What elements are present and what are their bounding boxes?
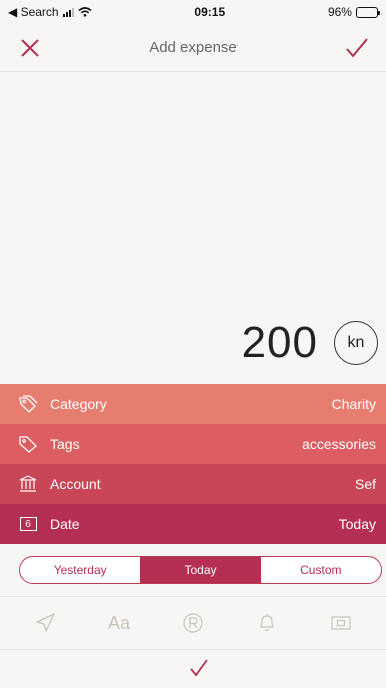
- account-value: Sef: [354, 476, 376, 492]
- bell-icon[interactable]: [247, 603, 287, 643]
- segment-today[interactable]: Today: [140, 557, 261, 583]
- date-value: Today: [338, 516, 376, 532]
- category-label: Category: [50, 396, 107, 412]
- checkmark-icon[interactable]: [344, 36, 370, 60]
- nav-bar: Add expense: [0, 24, 386, 72]
- battery-icon: [355, 6, 380, 18]
- status-bar: ◀ Search 09:15 96%: [0, 0, 386, 24]
- toolbar: Aa: [0, 596, 386, 650]
- battery-percent: 96%: [327, 5, 352, 19]
- tags-label: Tags: [50, 436, 80, 452]
- segment-custom[interactable]: Custom: [261, 557, 381, 583]
- currency-button[interactable]: kn: [334, 321, 378, 365]
- date-label: Date: [50, 516, 80, 532]
- signal-icon: [62, 7, 74, 17]
- tags-row[interactable]: Tags accessories: [0, 424, 386, 464]
- calendar-icon: 6: [18, 514, 38, 534]
- detail-rows: Category Charity Tags accessories Accoun…: [0, 384, 386, 544]
- bottom-checkmark-icon[interactable]: [189, 658, 209, 678]
- camera-icon[interactable]: [321, 603, 361, 643]
- date-row[interactable]: 6 Date Today: [0, 504, 386, 544]
- bank-icon: [18, 474, 38, 494]
- category-value: Charity: [331, 396, 376, 412]
- page-title: Add expense: [149, 39, 237, 56]
- note-text-icon[interactable]: Aa: [99, 603, 139, 643]
- category-row[interactable]: Category Charity: [0, 384, 386, 424]
- amount-value[interactable]: 200: [242, 318, 318, 368]
- account-row[interactable]: Account Sef: [0, 464, 386, 504]
- account-label: Account: [50, 476, 101, 492]
- tag-icon: [18, 434, 38, 454]
- status-right: 96%: [327, 5, 380, 19]
- amount-area[interactable]: 200 kn: [0, 72, 386, 382]
- category-tag-icon: [18, 394, 38, 414]
- date-segmented-control: Yesterday Today Custom: [19, 556, 382, 584]
- status-time: 09:15: [194, 5, 226, 19]
- tags-value: accessories: [302, 436, 376, 452]
- recurring-icon[interactable]: [173, 603, 213, 643]
- close-icon[interactable]: [18, 36, 42, 60]
- calendar-day: 6: [19, 517, 37, 531]
- back-to-search-link[interactable]: ◀ Search: [8, 5, 59, 19]
- location-arrow-icon[interactable]: [25, 603, 65, 643]
- wifi-icon: [78, 7, 92, 17]
- status-left: ◀ Search: [8, 5, 92, 19]
- segment-yesterday[interactable]: Yesterday: [20, 557, 140, 583]
